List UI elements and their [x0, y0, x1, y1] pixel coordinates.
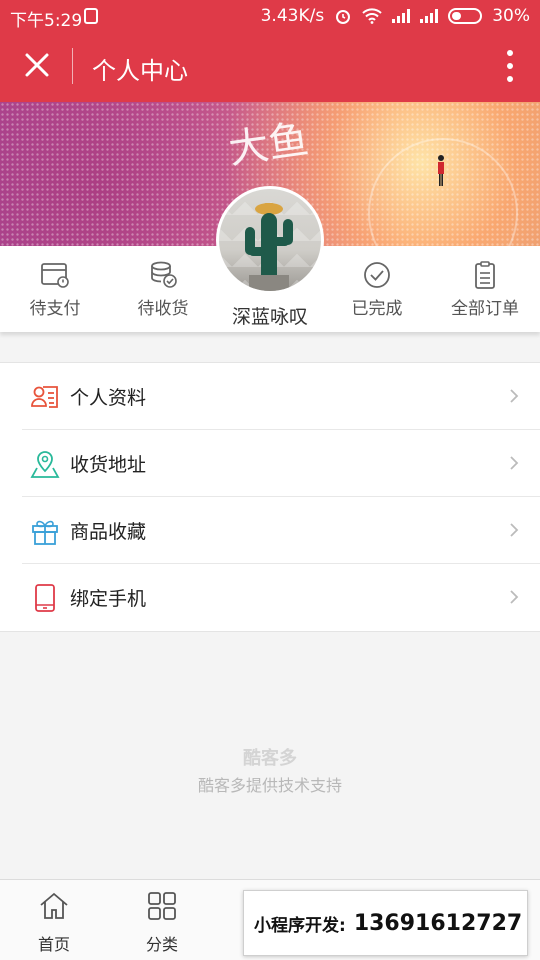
grid-icon [148, 892, 176, 920]
cactus-graphic [245, 203, 293, 291]
order-pending-payment[interactable]: 待支付 [0, 246, 110, 332]
settings-menu: 个人资料 收货地址 商品收藏 绑定手机 [0, 362, 540, 632]
nav-bar: 个人中心 [0, 32, 540, 102]
menu-item-label: 个人资料 [70, 387, 147, 409]
coins-check-icon [151, 261, 177, 288]
gift-icon [32, 520, 58, 545]
wifi-icon [362, 8, 382, 24]
menu-item-label: 收货地址 [70, 454, 147, 476]
menu-item-address[interactable]: 收货地址 [22, 430, 540, 497]
page: 下午5:29 3.43K/s 30% 个人中心 大鱼 待支付 待收货 已完成 全… [0, 0, 540, 960]
menu-item-profile[interactable]: 个人资料 [22, 363, 540, 430]
profile-card-icon [31, 386, 58, 408]
status-bar: 下午5:29 3.43K/s 30% [0, 0, 540, 32]
chevron-right-icon [510, 389, 519, 403]
check-circle-icon [364, 262, 390, 288]
order-label: 全部订单 [451, 299, 519, 319]
order-label: 待支付 [29, 299, 81, 319]
chevron-right-icon [510, 523, 519, 537]
menu-item-label: 商品收藏 [70, 521, 147, 543]
sim-icon [84, 8, 98, 24]
wallet-card-icon [41, 263, 69, 288]
promo-overlay: 小程序开发: 13691612727 [243, 890, 528, 956]
banner-art-text: 大鱼 [225, 116, 312, 174]
phone-icon [35, 584, 55, 612]
network-speed: 3.43K/s [260, 6, 325, 26]
username: 深蓝咏叹 [231, 306, 308, 328]
menu-item-label: 绑定手机 [70, 588, 147, 610]
clipboard-list-icon [475, 261, 495, 289]
top-bar: 下午5:29 3.43K/s 30% 个人中心 [0, 0, 540, 102]
status-right: 3.43K/s 30% [261, 6, 530, 26]
chevron-right-icon [510, 590, 519, 604]
battery-icon [448, 8, 483, 24]
more-menu-icon[interactable] [506, 50, 514, 82]
avatar[interactable] [216, 186, 324, 294]
close-icon[interactable] [20, 48, 54, 82]
promo-label: 小程序开发: [254, 915, 346, 936]
tab-category[interactable]: 分类 [108, 880, 216, 960]
nav-divider [72, 48, 73, 84]
battery-percent: 30% [492, 6, 530, 26]
map-pin-icon [30, 451, 60, 478]
signal-icon [392, 9, 411, 23]
status-time: 下午5:29 [10, 11, 83, 31]
chevron-right-icon [510, 456, 519, 470]
alarm-icon [336, 10, 351, 24]
page-title: 个人中心 [92, 57, 188, 85]
home-icon [40, 892, 68, 919]
banner-figure-graphic [438, 155, 444, 186]
signal-4g-icon [420, 9, 439, 23]
tab-home[interactable]: 首页 [0, 880, 108, 960]
avatar-image [219, 189, 321, 291]
tab-label: 首页 [37, 935, 70, 954]
order-all[interactable]: 全部订单 [430, 246, 540, 332]
menu-item-favorites[interactable]: 商品收藏 [22, 497, 540, 564]
support-logo: 酷客多 [243, 748, 297, 769]
tab-label: 分类 [145, 935, 178, 954]
promo-phone: 13691612727 [353, 910, 523, 936]
menu-item-bind-phone[interactable]: 绑定手机 [22, 564, 540, 631]
support-text: 酷客多提供技术支持 [197, 776, 342, 795]
